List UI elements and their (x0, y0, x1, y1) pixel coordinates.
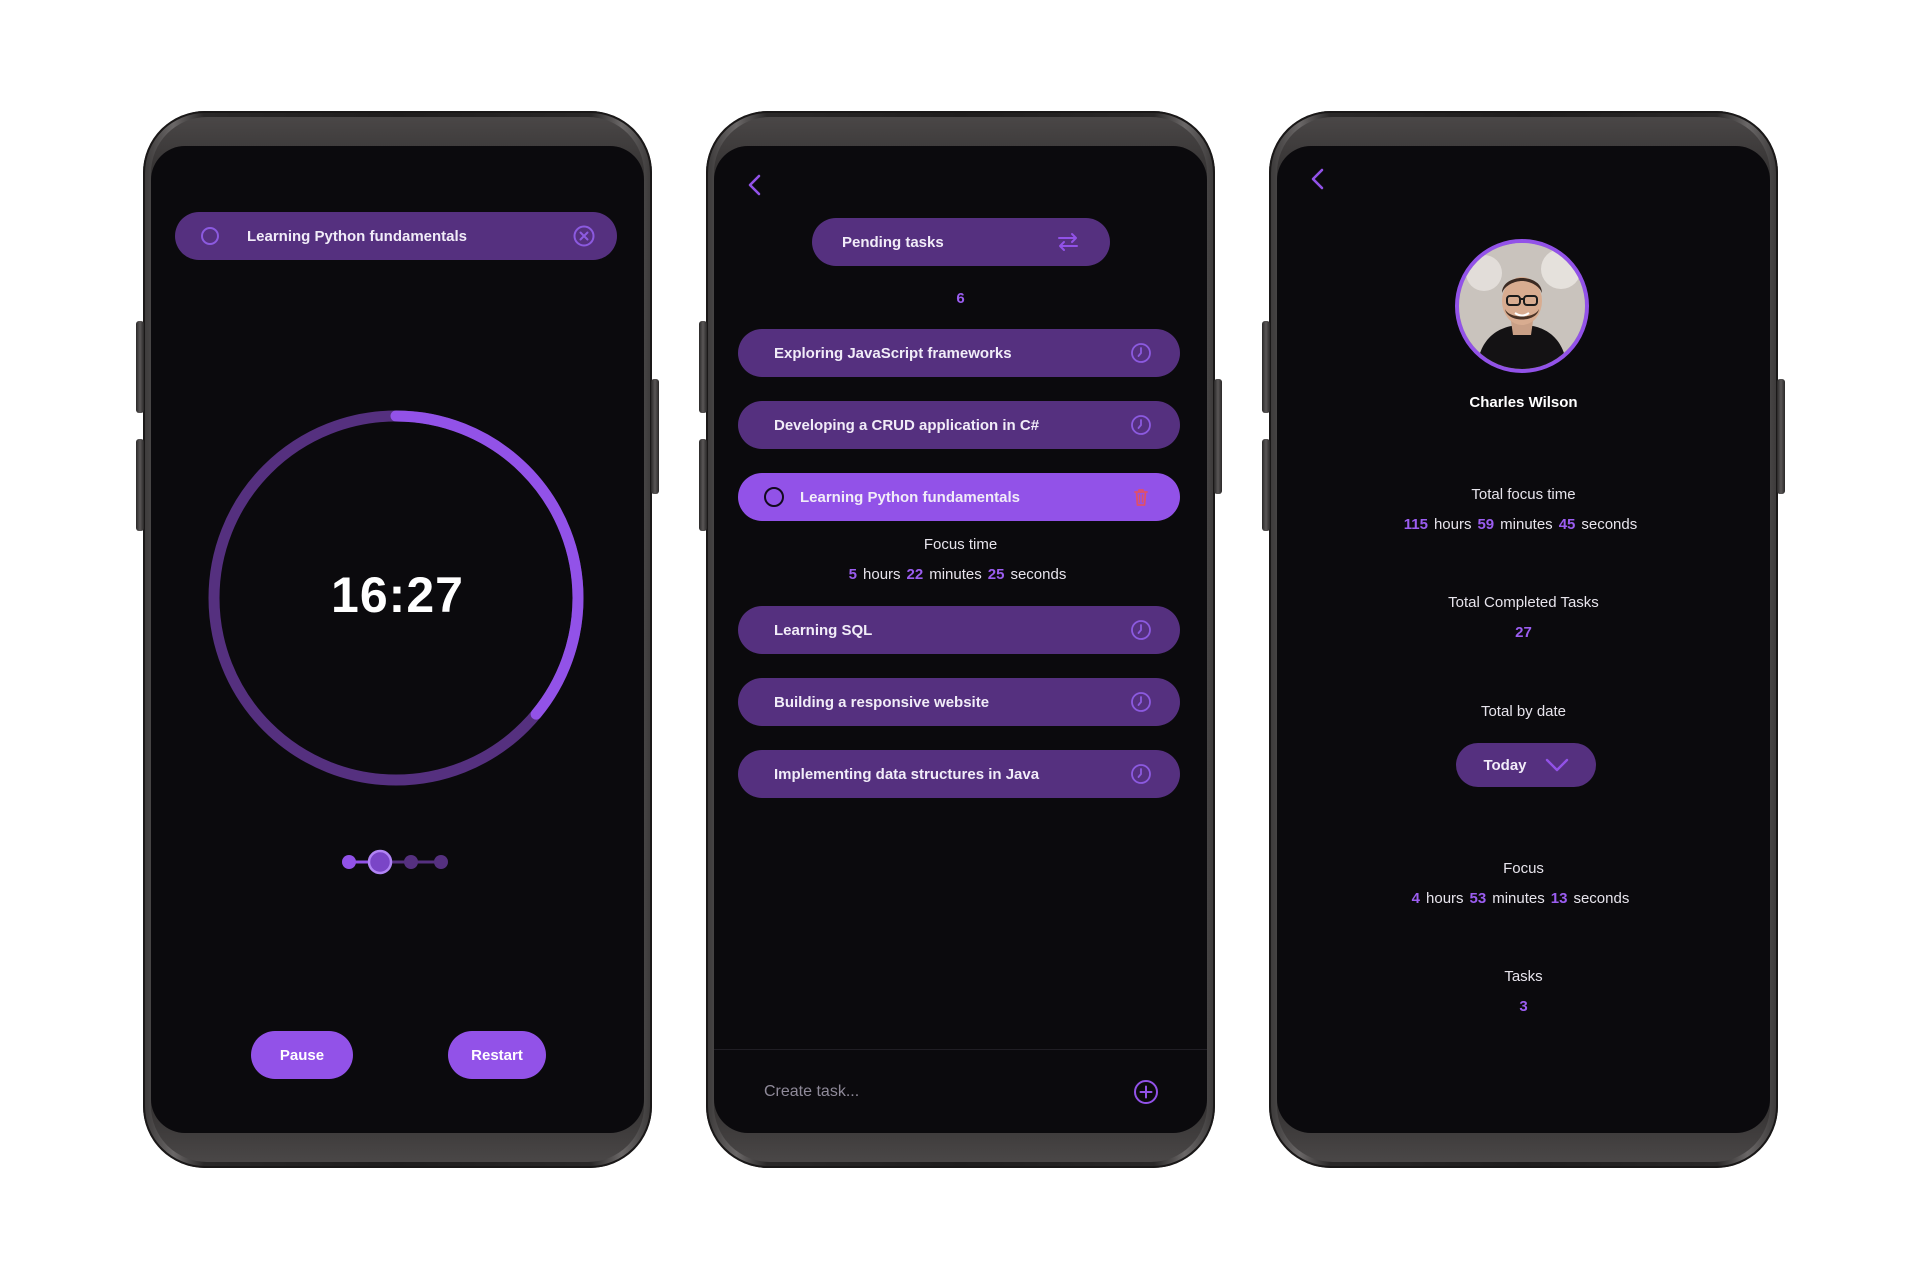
session-step-dot[interactable] (342, 855, 356, 869)
completed-tasks-title: Total Completed Tasks (1448, 594, 1599, 611)
focus-title: Focus (1503, 860, 1544, 877)
circle-check-icon[interactable] (201, 227, 219, 245)
date-range-value: Today (1483, 756, 1527, 774)
minutes-unit: minutes (929, 566, 982, 583)
seconds-unit: seconds (1581, 516, 1638, 533)
task-label: Building a responsive website (774, 693, 990, 711)
task-item[interactable]: Learning SQL (738, 606, 1180, 654)
session-step-current[interactable] (367, 849, 393, 875)
session-step-dot[interactable] (404, 855, 418, 869)
focus-minutes: 53 (1469, 890, 1487, 907)
hours-unit: hours (863, 566, 901, 583)
phone-frame-profile: Charles Wilson Total focus time 115 hours… (1262, 111, 1785, 1168)
chevron-down-icon[interactable] (1545, 757, 1569, 773)
phone-frame-tasks: Pending tasks 6 Exploring JavaScript fra… (699, 111, 1222, 1168)
session-step-dot[interactable] (434, 855, 448, 869)
current-task-label: Learning Python fundamentals (247, 227, 468, 245)
showcase: Learning Python fundamentals 16:27 Pause… (0, 0, 1908, 1264)
restart-button[interactable]: Restart (448, 1031, 546, 1079)
swap-arrows-icon[interactable] (1056, 232, 1080, 252)
tasks-value: 3 (1519, 998, 1528, 1015)
focus-time-value: 5 hours 22 minutes 25 seconds (714, 566, 1207, 583)
task-item[interactable]: Implementing data structures in Java (738, 750, 1180, 798)
total-by-date-title: Total by date (1480, 703, 1567, 720)
task-item[interactable]: Developing a CRUD application in C# (738, 401, 1180, 449)
timer-screen: Learning Python fundamentals 16:27 Pause… (151, 146, 644, 1133)
focus-time-title: Focus time (923, 536, 998, 553)
task-label: Implementing data structures in Java (774, 765, 1040, 783)
power-button (651, 379, 659, 494)
close-circle-icon[interactable] (573, 225, 595, 247)
clock-icon[interactable] (1130, 763, 1152, 785)
volume-up-button (699, 321, 707, 413)
power-button (1214, 379, 1222, 494)
total-focus-hours: 115 (1403, 516, 1428, 533)
task-filter-toggle[interactable]: Pending tasks (812, 218, 1110, 266)
task-filter-label: Pending tasks (842, 233, 944, 251)
session-step-indicator[interactable] (341, 846, 451, 878)
focus-seconds: 25 (987, 566, 1005, 583)
total-focus-title: Total focus time (1471, 486, 1576, 503)
task-item[interactable]: Exploring JavaScript frameworks (738, 329, 1180, 377)
task-label: Learning SQL (774, 621, 873, 639)
trash-icon[interactable] (1130, 486, 1152, 508)
focus-hours: 4 (1411, 890, 1421, 907)
task-label: Learning Python fundamentals (800, 488, 1021, 506)
profile-screen: Charles Wilson Total focus time 115 hours… (1277, 146, 1770, 1133)
clock-icon[interactable] (1130, 414, 1152, 436)
task-item-active[interactable]: Learning Python fundamentals (738, 473, 1180, 521)
focus-seconds: 13 (1550, 890, 1568, 907)
tasks-screen: Pending tasks 6 Exploring JavaScript fra… (714, 146, 1207, 1133)
minutes-unit: minutes (1500, 516, 1553, 533)
volume-down-button (1262, 439, 1270, 531)
avatar[interactable] (1455, 239, 1589, 373)
time-remaining: 16:27 (331, 567, 464, 623)
circle-check-icon[interactable] (764, 487, 784, 507)
pause-button[interactable]: Pause (251, 1031, 353, 1079)
clock-icon[interactable] (1130, 691, 1152, 713)
create-task-input[interactable] (762, 1081, 1062, 1102)
hours-unit: hours (1433, 516, 1472, 533)
task-label: Exploring JavaScript frameworks (774, 344, 1012, 362)
total-focus-seconds: 45 (1558, 516, 1576, 533)
back-chevron-icon[interactable] (744, 172, 766, 198)
total-focus-value: 115 hours 59 minutes 45 seconds (1277, 516, 1770, 533)
back-chevron-icon[interactable] (1307, 166, 1329, 192)
volume-down-button (699, 439, 707, 531)
volume-up-button (1262, 321, 1270, 413)
add-circle-icon[interactable] (1133, 1079, 1159, 1105)
volume-down-button (136, 439, 144, 531)
seconds-unit: seconds (1573, 890, 1630, 907)
tasks-title: Tasks (1504, 968, 1543, 985)
focus-minutes: 22 (906, 566, 924, 583)
create-task-bar (714, 1049, 1207, 1133)
clock-icon[interactable] (1130, 619, 1152, 641)
focus-hours: 5 (848, 566, 858, 583)
seconds-unit: seconds (1010, 566, 1067, 583)
task-label: Developing a CRUD application in C# (774, 416, 1040, 434)
total-focus-minutes: 59 (1477, 516, 1495, 533)
phone-frame-timer: Learning Python fundamentals 16:27 Pause… (136, 111, 659, 1168)
pending-count: 6 (956, 290, 965, 307)
task-item[interactable]: Building a responsive website (738, 678, 1180, 726)
clock-icon[interactable] (1130, 342, 1152, 364)
user-name: Charles Wilson (1469, 394, 1578, 411)
hours-unit: hours (1426, 890, 1464, 907)
power-button (1777, 379, 1785, 494)
volume-up-button (136, 321, 144, 413)
focus-value: 4 hours 53 minutes 13 seconds (1277, 890, 1770, 907)
current-task-pill[interactable]: Learning Python fundamentals (175, 212, 617, 260)
completed-tasks-value: 27 (1515, 624, 1532, 641)
user-portrait-icon (1459, 243, 1585, 369)
minutes-unit: minutes (1492, 890, 1545, 907)
date-range-select[interactable]: Today (1456, 743, 1596, 787)
